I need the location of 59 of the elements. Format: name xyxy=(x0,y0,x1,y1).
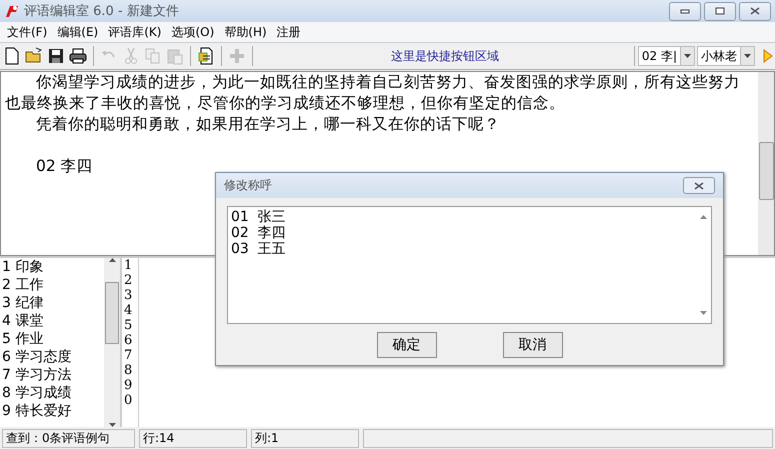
scroll-up-icon xyxy=(700,215,707,219)
editor-paragraph: 你渴望学习成绩的进步，为此一如既往的坚持着自己刻苦努力、奋发图强的求学原则，所有这些努力也最终换来了丰收的喜悦，尽管你的学习成绩还不够理想，但你有坚定的信念。 xyxy=(5,72,741,114)
dialog-title: 修改称呼 xyxy=(224,177,272,194)
dialog-button[interactable]: 取消 xyxy=(502,332,562,358)
maximize-icon xyxy=(715,7,725,15)
maximize-button[interactable] xyxy=(704,2,736,20)
menu-item[interactable]: 编辑(E) xyxy=(52,24,104,40)
category-item[interactable]: 3 纪律 xyxy=(2,294,104,312)
menu-item[interactable]: 注册 xyxy=(272,24,306,40)
scrollbar[interactable] xyxy=(758,72,774,255)
dialog-button[interactable]: 确定 xyxy=(376,332,436,358)
line-number: 5 xyxy=(124,318,134,333)
close-button[interactable] xyxy=(739,2,771,20)
line-number: 3 xyxy=(124,288,134,303)
category-item[interactable]: 4 课堂 xyxy=(2,312,104,330)
line-number: 6 xyxy=(124,333,134,348)
editor-paragraph: 凭着你的聪明和勇敢，如果用在学习上，哪一科又在你的话下呢？ xyxy=(35,114,501,135)
menu-item[interactable]: 评语库(K) xyxy=(103,24,166,40)
dropdown[interactable]: 小林老 xyxy=(697,46,755,66)
category-item[interactable]: 7 学习方法 xyxy=(2,366,104,384)
dropdown[interactable]: 02 李| xyxy=(638,46,695,66)
category-item[interactable]: 6 学习态度 xyxy=(2,348,104,366)
line-number: 8 xyxy=(124,363,134,378)
scrollbar[interactable] xyxy=(104,258,122,427)
list-item[interactable]: 02 李四 xyxy=(231,225,693,241)
app-logo-icon xyxy=(4,3,20,19)
menu-item[interactable]: 帮助(H) xyxy=(219,24,272,40)
window-title: 评语编辑室 6.0 - 新建文件 xyxy=(24,3,180,20)
list-item[interactable]: 03 王五 xyxy=(231,241,693,257)
close-button[interactable] xyxy=(683,177,715,194)
line-number: 1 xyxy=(124,258,134,273)
printer-icon[interactable] xyxy=(68,46,88,66)
menu-item[interactable]: 文件(F) xyxy=(2,24,52,40)
caret-icon xyxy=(744,54,751,58)
minimize-icon xyxy=(680,8,690,14)
line-number: 7 xyxy=(124,348,134,363)
list-item[interactable]: 01 张三 xyxy=(231,209,693,225)
status-field: 行:14 xyxy=(139,428,247,448)
line-number: 9 xyxy=(124,378,134,393)
line-number: 2 xyxy=(124,273,134,288)
menu-item[interactable]: 选项(O) xyxy=(166,24,220,40)
category-item[interactable]: 2 工作 xyxy=(2,276,104,294)
close-icon xyxy=(694,182,704,190)
status-field: 查到：0条评语例句 xyxy=(2,428,135,448)
caret-icon xyxy=(684,54,691,58)
scroll-up-icon xyxy=(108,258,116,262)
category-item[interactable]: 5 作业 xyxy=(2,330,104,348)
play-icon[interactable] xyxy=(763,49,773,63)
close-icon xyxy=(750,7,760,15)
status-field: 列:1 xyxy=(251,428,359,448)
category-item[interactable]: 8 学习成绩 xyxy=(2,384,104,402)
minimize-button[interactable] xyxy=(669,2,701,20)
line-number: 4 xyxy=(124,303,134,318)
scroll-down-icon xyxy=(700,311,707,315)
editor-paragraph: 02 李四 xyxy=(35,156,94,177)
toolbar-hint-text: 这里是快捷按钮区域 xyxy=(390,48,500,64)
category-item[interactable]: 9 特长爱好 xyxy=(2,402,104,420)
line-number: 0 xyxy=(124,393,134,408)
category-item[interactable]: 1 印象 xyxy=(2,258,104,276)
